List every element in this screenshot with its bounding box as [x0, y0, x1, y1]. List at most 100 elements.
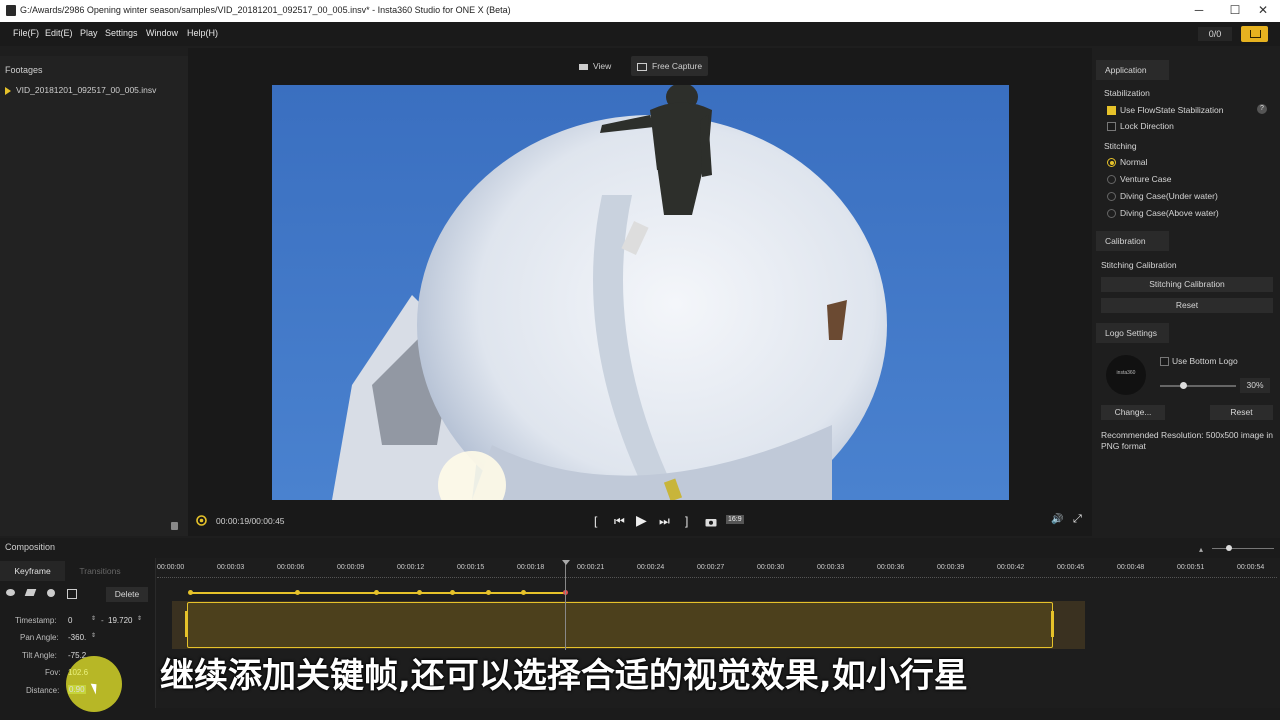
window-title: G:/Awards/2986 Opening winter season/sam…	[20, 5, 511, 15]
ruler-tick-label: 00:00:03	[217, 564, 245, 571]
mark-out-icon[interactable]: ]	[685, 514, 688, 528]
keyframe-marker[interactable]	[486, 590, 491, 595]
menu-file[interactable]: File(F)	[13, 28, 39, 38]
calibration-reset-button[interactable]: Reset	[1101, 298, 1273, 313]
menu-settings[interactable]: Settings	[105, 28, 138, 38]
tiny-planet-image	[272, 85, 1009, 500]
logo-recommendation: Recommended Resolution: 500x500 image in…	[1101, 430, 1273, 451]
menu-edit[interactable]: Edit(E)	[45, 28, 73, 38]
keyframe-marker[interactable]	[188, 590, 193, 595]
mark-in-icon[interactable]: [	[594, 514, 597, 528]
trash-icon[interactable]	[171, 522, 178, 530]
tab-keyframe[interactable]: Keyframe	[0, 561, 65, 581]
stitching-normal-radio[interactable]	[1107, 158, 1116, 167]
fov-value[interactable]: 102.6	[68, 668, 88, 677]
zoom-out-icon[interactable]: ▴	[1199, 545, 1203, 554]
pan-stepper[interactable]: ⇕	[91, 632, 96, 639]
clip-left-handle[interactable]	[185, 611, 188, 637]
ruler-tick-label: 00:00:27	[697, 564, 725, 571]
pan-value[interactable]: -360.	[68, 633, 86, 642]
flowstate-checkbox[interactable]	[1107, 106, 1116, 115]
ruler-tick-label: 00:00:51	[1177, 564, 1205, 571]
snapshot-icon[interactable]	[705, 516, 717, 530]
playhead[interactable]	[565, 560, 566, 650]
timestamp-end-stepper[interactable]: ⇕	[137, 615, 142, 622]
keyframe-marker[interactable]	[417, 590, 422, 595]
logo-size-value[interactable]: 30%	[1240, 378, 1270, 393]
ruler-tick-label: 00:00:15	[457, 564, 485, 571]
volume-icon[interactable]: 🔊	[1051, 514, 1063, 525]
distance-value[interactable]: 0.90	[68, 685, 86, 694]
logo-preview: insta360	[1106, 355, 1146, 395]
timestamp-start[interactable]: 0	[68, 616, 72, 625]
stitching-calibration-button[interactable]: Stitching Calibration	[1101, 277, 1273, 292]
calibration-subtitle: Stitching Calibration	[1101, 260, 1177, 270]
stitching-diving-above-radio[interactable]	[1107, 209, 1116, 218]
video-preview[interactable]	[272, 85, 1009, 500]
keyframe-view-icon[interactable]	[6, 589, 15, 596]
aspect-ratio-badge[interactable]: 16:9	[726, 515, 744, 524]
logo-size-slider[interactable]	[1160, 385, 1236, 387]
ruler-tick-label: 00:00:36	[877, 564, 905, 571]
ruler-tick-label: 00:00:30	[757, 564, 785, 571]
keyframe-grid-icon[interactable]	[67, 589, 77, 599]
clip-right-handle[interactable]	[1051, 611, 1054, 637]
menu-bar: File(F) Edit(E) Play Settings Window Hel…	[0, 22, 1280, 46]
keyframe-marker[interactable]	[521, 590, 526, 595]
keyframe-sphere-icon[interactable]	[47, 589, 55, 597]
prev-frame-icon[interactable]: ⏮	[614, 514, 625, 529]
view-icon	[579, 63, 588, 70]
title-bar: G:/Awards/2986 Opening winter season/sam…	[0, 0, 1280, 22]
locate-icon[interactable]	[195, 514, 208, 530]
ruler-tick-label: 00:00:21	[577, 564, 605, 571]
minimize-button[interactable]: ─	[1182, 0, 1216, 22]
footage-item[interactable]: VID_20181201_092517_00_005.insv	[5, 85, 156, 95]
close-button[interactable]: ✕	[1246, 0, 1280, 22]
calibration-header[interactable]: Calibration	[1096, 231, 1169, 251]
keyframe-marker[interactable]	[374, 590, 379, 595]
ruler-tick-label: 00:00:48	[1117, 564, 1145, 571]
keyframe-marker[interactable]	[450, 590, 455, 595]
stitching-venture-radio[interactable]	[1107, 175, 1116, 184]
video-clip[interactable]	[187, 602, 1053, 648]
fov-label: Fov:	[45, 668, 61, 677]
application-header[interactable]: Application	[1096, 60, 1169, 80]
lock-direction-label: Lock Direction	[1120, 121, 1174, 131]
fullscreen-icon[interactable]: ⤢	[1073, 513, 1082, 526]
menu-window[interactable]: Window	[146, 28, 178, 38]
ruler-tick-label: 00:00:18	[517, 564, 545, 571]
export-button[interactable]	[1241, 26, 1268, 42]
video-subtitle: 继续添加关键帧,还可以选择合适的视觉效果,如小行星	[160, 656, 968, 696]
ruler-tick-label: 00:00:24	[637, 564, 665, 571]
keyframe-marker[interactable]	[295, 590, 300, 595]
stitching-option: Diving Case(Above water)	[1120, 208, 1219, 218]
playhead-handle[interactable]	[562, 560, 570, 565]
flowstate-label: Use FlowState Stabilization	[1120, 105, 1224, 115]
stabilization-title: Stabilization	[1104, 88, 1150, 98]
view-button[interactable]: View	[573, 56, 617, 76]
distance-label: Distance:	[26, 686, 60, 695]
ruler-tick-label: 00:00:42	[997, 564, 1025, 571]
timestamp-end[interactable]: 19.720	[108, 616, 132, 625]
help-icon[interactable]: ?	[1257, 104, 1267, 114]
next-frame-icon[interactable]: ⏭	[659, 514, 670, 529]
free-capture-button[interactable]: Free Capture	[631, 56, 709, 76]
stitching-title: Stitching	[1104, 141, 1137, 151]
change-logo-button[interactable]: Change...	[1101, 405, 1165, 420]
play-icon[interactable]: ▶	[636, 512, 647, 529]
footages-title: Footages	[5, 65, 43, 75]
menu-help[interactable]: Help(H)	[187, 28, 218, 38]
logo-settings-header[interactable]: Logo Settings	[1096, 323, 1169, 343]
timeline-zoom-slider[interactable]	[1212, 548, 1274, 549]
tab-transitions[interactable]: Transitions	[65, 561, 135, 581]
logo-reset-button[interactable]: Reset	[1210, 405, 1273, 420]
stitching-diving-under-radio[interactable]	[1107, 192, 1116, 201]
timeline-zoom-handle[interactable]	[1226, 545, 1232, 551]
lock-direction-checkbox[interactable]	[1107, 122, 1116, 131]
bottom-logo-checkbox[interactable]	[1160, 357, 1169, 366]
delete-keyframe-button[interactable]: Delete	[106, 587, 148, 602]
timestamp-start-stepper[interactable]: ⇕	[91, 615, 96, 622]
menu-play[interactable]: Play	[80, 28, 98, 38]
logo-size-slider-handle[interactable]	[1180, 382, 1187, 389]
stitching-option: Venture Case	[1120, 174, 1172, 184]
